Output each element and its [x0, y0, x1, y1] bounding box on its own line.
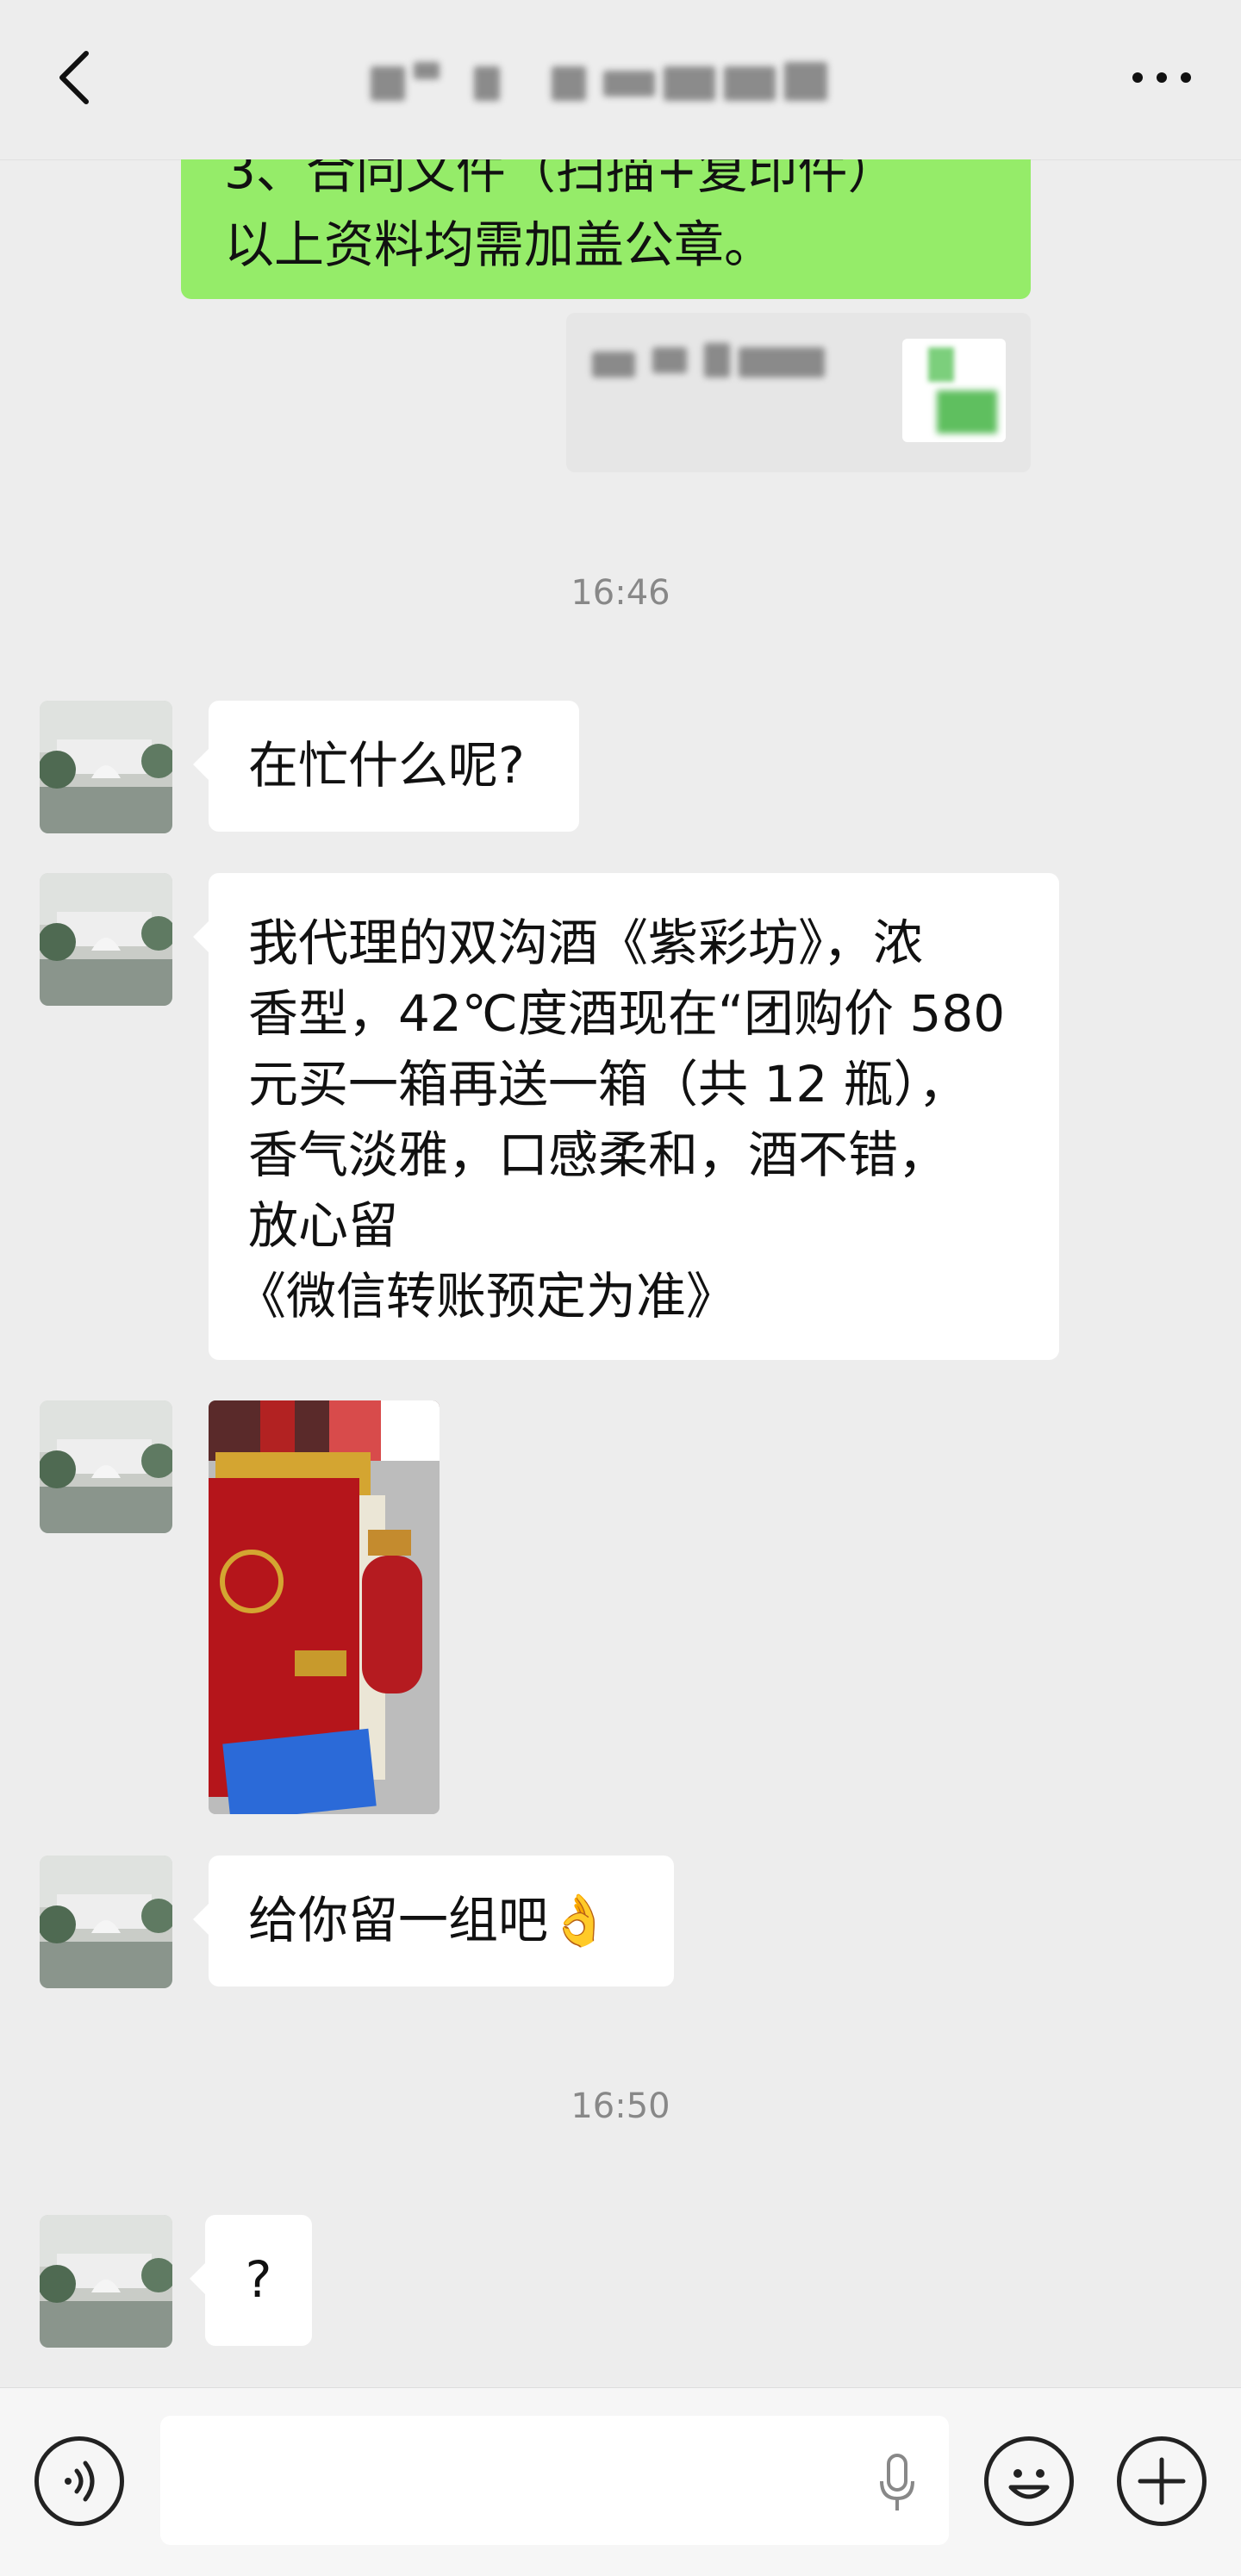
timestamp: 16:46	[571, 573, 670, 613]
image-message[interactable]	[209, 1400, 440, 1814]
message-line: 香气淡雅，口感柔和，酒不错，	[248, 1126, 949, 1184]
message-text: ?	[245, 2250, 272, 2309]
message-line: 《微信转账预定为准》	[236, 1267, 737, 1325]
avatar[interactable]	[40, 1856, 172, 1988]
message-line: 我代理的双沟酒《紫彩坊》，浓	[248, 914, 924, 972]
avatar[interactable]	[40, 2215, 172, 2348]
message-line: 香型，42℃度酒现在“团购价 580	[248, 984, 1006, 1043]
sent-message-line1: 3、合同文件（扫描+复印件）	[224, 159, 898, 200]
voice-toggle-button[interactable]	[34, 2436, 124, 2526]
product-photo	[209, 1400, 440, 1814]
message-text: 在忙什么呢?	[248, 736, 525, 795]
received-message-bubble[interactable]: 我代理的双沟酒《紫彩坊》，浓 香型，42℃度酒现在“团购价 580 元买一箱再送…	[193, 873, 1059, 1360]
avatar[interactable]	[40, 701, 172, 833]
plus-icon	[1138, 2457, 1186, 2505]
voice-input-button[interactable]	[871, 2450, 923, 2519]
input-bar	[0, 2387, 1241, 2576]
message-line: 元买一箱再送一箱（共 12 瓶），	[248, 1055, 969, 1113]
timestamp: 16:50	[571, 2086, 670, 2126]
plus-button[interactable]	[1117, 2436, 1207, 2526]
received-message-bubble[interactable]: 在忙什么呢?	[193, 701, 579, 832]
message-text: 给你留一组吧👌	[248, 1891, 611, 1949]
voice-icon	[65, 2461, 95, 2502]
sent-attachment-card[interactable]	[566, 313, 1031, 472]
sent-message-bubble[interactable]: 3、合同文件（扫描+复印件） 以上资料均需加盖公章。	[181, 159, 1031, 299]
message-line: 放心留	[248, 1196, 399, 1255]
top-bar	[0, 0, 1241, 160]
sent-message-line2: 以上资料均需加盖公章。	[224, 215, 775, 274]
more-button[interactable]	[1127, 52, 1196, 103]
avatar-image	[40, 2215, 172, 2348]
avatar-image	[40, 873, 172, 1006]
emoji-button[interactable]	[984, 2436, 1074, 2526]
chevron-left-icon	[59, 51, 89, 104]
received-message-bubble[interactable]: 给你留一组吧👌	[193, 1856, 674, 1987]
more-dots-icon	[1132, 72, 1191, 83]
attachment-thumbnail-obscured	[902, 339, 1006, 442]
avatar[interactable]	[40, 1400, 172, 1533]
back-button[interactable]	[45, 43, 114, 112]
avatar-image	[40, 701, 172, 833]
avatar[interactable]	[40, 873, 172, 1006]
chat-title-obscured	[345, 53, 896, 112]
avatar-image	[40, 1400, 172, 1533]
received-message-bubble[interactable]: ?	[190, 2215, 312, 2346]
avatar-image	[40, 1856, 172, 1988]
microphone-icon	[880, 2454, 914, 2511]
message-input[interactable]	[160, 2416, 949, 2545]
emoji-icon	[1008, 2469, 1050, 2499]
chat-area[interactable]: 3、合同文件（扫描+复印件） 以上资料均需加盖公章。 16:46 在忙什么呢?	[0, 159, 1241, 2387]
